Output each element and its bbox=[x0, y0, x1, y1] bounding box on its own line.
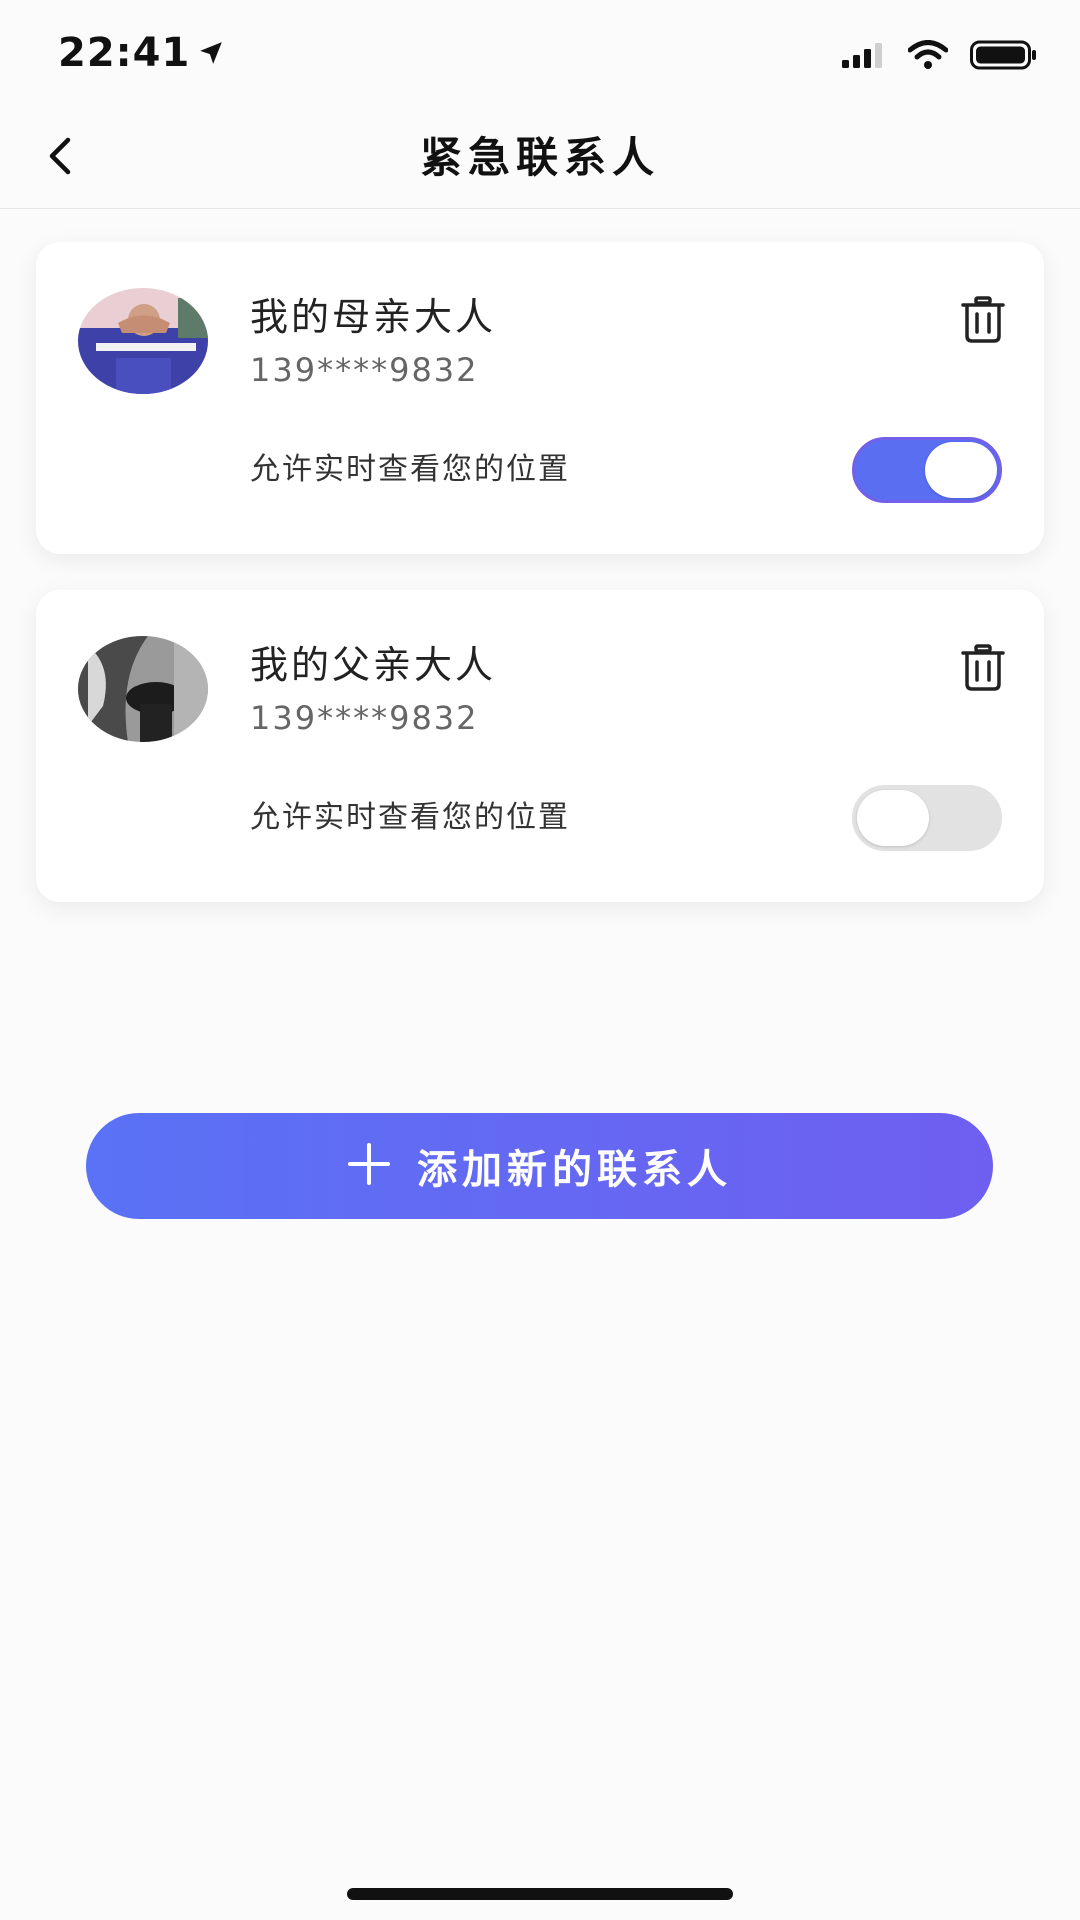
location-sharing-toggle[interactable] bbox=[852, 437, 1002, 503]
avatar bbox=[78, 636, 208, 742]
navigation-bar: 紧急联系人 bbox=[0, 110, 1080, 209]
contact-name: 我的父亲大人 bbox=[250, 643, 497, 687]
contact-name: 我的母亲大人 bbox=[250, 295, 497, 339]
location-arrow-icon bbox=[198, 30, 224, 76]
plus-icon bbox=[347, 1142, 391, 1190]
contact-card: 我的父亲大人 139****9832 允许实时查看您的位置 bbox=[36, 590, 1044, 902]
cellular-signal-icon bbox=[842, 42, 886, 72]
status-bar: 22:41 bbox=[0, 0, 1080, 110]
delete-contact-button[interactable] bbox=[958, 642, 1008, 698]
trash-icon bbox=[961, 296, 1005, 348]
location-permission-label: 允许实时查看您的位置 bbox=[250, 452, 570, 487]
contact-card: 我的母亲大人 139****9832 允许实时查看您的位置 bbox=[36, 242, 1044, 554]
wifi-icon bbox=[907, 40, 949, 74]
home-indicator[interactable] bbox=[347, 1888, 733, 1900]
add-contact-label: 添加新的联系人 bbox=[417, 1147, 732, 1193]
avatar bbox=[78, 288, 208, 394]
status-time: 22:41 bbox=[58, 30, 224, 76]
trash-icon bbox=[961, 644, 1005, 696]
battery-icon bbox=[970, 40, 1038, 74]
contact-phone: 139****9832 bbox=[250, 699, 479, 737]
page-title: 紧急联系人 bbox=[419, 133, 660, 182]
contact-phone: 139****9832 bbox=[250, 351, 479, 389]
add-contact-button[interactable]: 添加新的联系人 bbox=[86, 1113, 993, 1219]
location-sharing-toggle[interactable] bbox=[852, 785, 1002, 851]
delete-contact-button[interactable] bbox=[958, 294, 1008, 350]
status-time-text: 22:41 bbox=[58, 30, 191, 76]
toggle-knob bbox=[857, 790, 929, 846]
toggle-knob bbox=[925, 442, 997, 498]
location-permission-label: 允许实时查看您的位置 bbox=[250, 800, 570, 835]
status-icons bbox=[842, 40, 1038, 74]
